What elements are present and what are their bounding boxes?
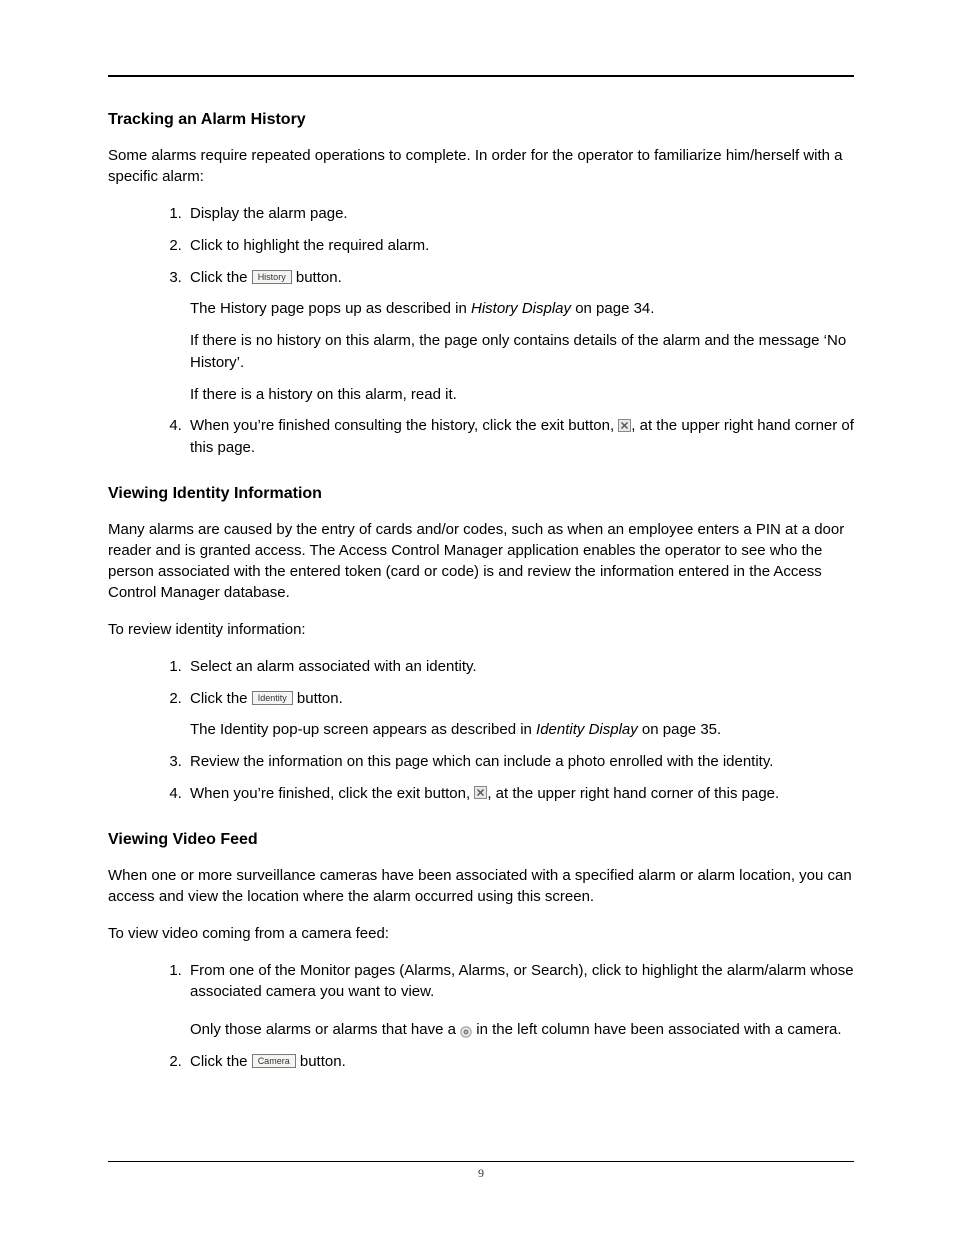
identity-button-image: Identity <box>252 691 293 705</box>
camera-button-image: Camera <box>252 1054 296 1068</box>
sub-text-pre: Only those alarms or alarms that have a <box>190 1021 460 1038</box>
step-item: Review the information on this page whic… <box>186 751 854 773</box>
camera-indicator-icon <box>460 1023 472 1035</box>
lead-paragraph: To review identity information: <box>108 619 854 640</box>
page-number: 9 <box>478 1166 484 1180</box>
section-viewing-video-feed: Viewing Video Feed When one or more surv… <box>108 831 854 1073</box>
sub-paragraph: Only those alarms or alarms that have a … <box>190 1019 854 1041</box>
intro-paragraph: Some alarms require repeated operations … <box>108 145 854 187</box>
intro-paragraph: Many alarms are caused by the entry of c… <box>108 519 854 603</box>
step-text-pre: Click the <box>190 1053 252 1070</box>
sub-text-pre: The History page pops up as described in <box>190 300 471 317</box>
sub-paragraph: The Identity pop-up screen appears as de… <box>190 719 854 741</box>
sub-paragraph: The History page pops up as described in… <box>190 298 854 320</box>
step-text-pre: When you’re finished consulting the hist… <box>190 417 618 434</box>
sub-paragraph: If there is no history on this alarm, th… <box>190 330 854 374</box>
step-item: Click the Identity button. The Identity … <box>186 688 854 742</box>
heading-viewing-identity-information: Viewing Identity Information <box>108 485 854 503</box>
step-text: Review the information on this page whic… <box>190 753 773 770</box>
step-item: Click the Camera button. <box>186 1051 854 1073</box>
lead-paragraph: To view video coming from a camera feed: <box>108 923 854 944</box>
steps-list: From one of the Monitor pages (Alarms, A… <box>108 960 854 1073</box>
page-footer: 9 <box>108 1161 854 1181</box>
reference-link: History Display <box>471 300 571 317</box>
section-tracking-alarm-history: Tracking an Alarm History Some alarms re… <box>108 111 854 459</box>
heading-viewing-video-feed: Viewing Video Feed <box>108 831 854 849</box>
step-text: Select an alarm associated with an ident… <box>190 658 477 675</box>
sub-text-pre: The Identity pop-up screen appears as de… <box>190 721 536 738</box>
step-text-pre: Click the <box>190 690 252 707</box>
step-item: When you’re finished consulting the hist… <box>186 415 854 459</box>
step-item: From one of the Monitor pages (Alarms, A… <box>186 960 854 1041</box>
sub-paragraph: If there is a history on this alarm, rea… <box>190 384 854 406</box>
step-text: Click to highlight the required alarm. <box>190 237 429 254</box>
section-viewing-identity-information: Viewing Identity Information Many alarms… <box>108 485 854 805</box>
sub-text-post: in the left column have been associated … <box>472 1021 841 1038</box>
reference-link: Identity Display <box>536 721 638 738</box>
intro-paragraph: When one or more surveillance cameras ha… <box>108 865 854 907</box>
step-item: Select an alarm associated with an ident… <box>186 656 854 678</box>
step-text-pre: Click the <box>190 269 252 286</box>
heading-tracking-alarm-history: Tracking an Alarm History <box>108 111 854 129</box>
steps-list: Select an alarm associated with an ident… <box>108 656 854 805</box>
step-text: From one of the Monitor pages (Alarms, A… <box>190 962 854 1001</box>
step-item: Click to highlight the required alarm. <box>186 235 854 257</box>
history-button-image: History <box>252 270 292 284</box>
top-rule <box>108 75 854 77</box>
sub-text-post: on page 34. <box>571 300 654 317</box>
close-icon <box>618 419 631 432</box>
steps-list: Display the alarm page. Click to highlig… <box>108 203 854 459</box>
close-icon <box>474 786 487 799</box>
document-page: Tracking an Alarm History Some alarms re… <box>0 0 954 1235</box>
step-item: Display the alarm page. <box>186 203 854 225</box>
step-text-post: button. <box>292 269 342 286</box>
step-text: Display the alarm page. <box>190 205 348 222</box>
step-item: When you’re finished, click the exit but… <box>186 783 854 805</box>
sub-text-post: on page 35. <box>638 721 721 738</box>
step-text-post: , at the upper right hand corner of this… <box>487 785 779 802</box>
step-item: Click the History button. The History pa… <box>186 267 854 406</box>
step-text-post: button. <box>293 690 343 707</box>
step-text-post: button. <box>296 1053 346 1070</box>
step-text-pre: When you’re finished, click the exit but… <box>190 785 474 802</box>
